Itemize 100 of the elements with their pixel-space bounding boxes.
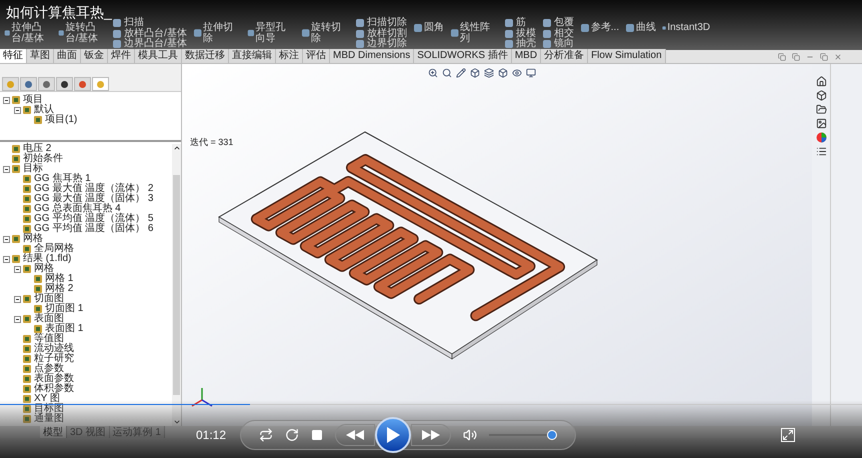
tree-item[interactable]: 全局网格 [34,244,74,254]
ribbon-button[interactable]: 异型孔向导 [246,18,295,44]
ribbon-button[interactable]: 扫描切除 [354,18,407,28]
panel-tab[interactable] [56,77,73,91]
layers-icon[interactable] [484,68,494,78]
volume-icon[interactable] [463,428,477,442]
collapse-icon[interactable] [3,236,10,242]
eye-icon[interactable] [512,68,522,78]
ribbon-tab[interactable]: 评估 [303,49,330,63]
ribbon-button[interactable]: 边界凸台/基体 [112,39,187,50]
collapse-icon[interactable] [3,256,10,262]
ribbon-button[interactable]: 圆角 [412,18,444,33]
ribbon-button[interactable]: 放样凸台/基体 [112,28,187,39]
collapse-icon[interactable] [14,296,21,302]
ribbon-tab[interactable]: 数据迁移 [182,49,229,63]
cube-icon[interactable] [470,68,480,78]
tree-item[interactable]: 结果 (1.fld) [23,254,72,264]
tree-item[interactable]: 网格 2 [45,284,74,294]
ribbon-button[interactable]: 筋 [504,18,536,28]
tree-item[interactable]: 等值图 [34,334,64,344]
fullscreen-icon[interactable] [781,428,795,442]
bottom-tab[interactable]: 模型 [40,426,67,438]
panel-tab[interactable] [38,77,55,91]
home-icon[interactable] [816,76,826,87]
tree-item[interactable]: GG 最大值 温度（固体） 3 [34,194,154,204]
ribbon-button[interactable]: 拔模 [504,28,536,39]
collapse-icon[interactable] [14,106,21,114]
stop-icon[interactable] [311,429,323,441]
collapse-icon[interactable] [14,266,21,272]
ribbon-tab[interactable]: MBD [512,49,542,63]
tree-item[interactable]: GG 平均值 温度（固体） 6 [34,224,154,234]
ribbon-button[interactable]: 抽壳 [504,39,536,50]
tree-item[interactable]: GG 焦耳热 1 [34,174,91,184]
ribbon-tab[interactable]: 分析准备 [541,49,588,63]
ribbon-tab[interactable]: Flow Simulation [588,49,666,63]
tree-item[interactable]: 流动迹线 [34,344,74,354]
ribbon-button[interactable]: Instant3D [662,18,710,33]
ribbon-button[interactable]: 曲线 [625,18,656,33]
ribbon-button[interactable]: 边界切除 [354,39,407,50]
collapse-icon[interactable] [14,316,21,322]
search-icon[interactable] [442,68,452,78]
tree-item[interactable]: 通量图 [34,414,64,424]
ribbon-button[interactable]: 线性阵列 [450,18,498,44]
tree-item[interactable]: 电压 2 [23,144,52,154]
tree-item[interactable]: 目标 [23,164,43,174]
scrollbar[interactable] [172,144,181,426]
ribbon-tab[interactable]: MBD Dimensions [330,49,414,63]
ribbon-button[interactable]: 包覆 [542,18,574,28]
monitor-icon[interactable] [526,68,536,78]
scroll-up-icon[interactable] [172,144,180,152]
tree-item[interactable]: 默认 [34,105,54,115]
tree-item[interactable]: 网格 [34,264,54,274]
pane-icon[interactable] [792,53,800,61]
tree-item[interactable]: 切面图 1 [45,304,84,314]
repeat-icon[interactable] [259,428,273,442]
tree-item[interactable]: 表面图 1 [45,324,84,334]
tree-item[interactable]: 点参数 [34,364,64,374]
ribbon-button[interactable]: 放样切割 [354,28,407,39]
tree-item[interactable]: XY 图 [34,394,60,404]
tree-item[interactable]: 项目(1) [45,115,78,125]
ribbon-button[interactable]: 镜向 [542,39,574,50]
ribbon-tab[interactable]: 钣金 [81,49,108,63]
ribbon-tab[interactable]: 直接编辑 [229,49,276,63]
folder-icon[interactable] [816,104,826,115]
ribbon-button[interactable]: 旋转切除 [300,18,349,44]
tree-item[interactable]: 网格 1 [45,274,74,284]
ribbon-tab[interactable]: SOLIDWORKS 插件 [414,49,512,63]
color-wheel-icon[interactable] [816,132,826,143]
ribbon-tab[interactable]: 曲面 [54,49,81,63]
ribbon-tab[interactable]: 草图 [27,49,54,63]
tree-item[interactable]: 粒子研究 [34,354,74,364]
rewind-button[interactable] [335,424,375,446]
pencil-icon[interactable] [456,68,466,78]
tree-item[interactable]: 初始条件 [23,154,63,164]
tree-item[interactable]: 项目 [23,95,43,105]
ribbon-tab[interactable]: 焊件 [108,49,135,63]
collapse-icon[interactable] [3,166,10,172]
tree-item[interactable]: GG 总表面焦耳热 4 [34,204,121,214]
ribbon-button[interactable]: 参考... [580,18,620,33]
volume-track[interactable] [489,430,557,440]
replay-icon[interactable] [285,428,299,442]
cube-icon[interactable] [816,90,826,101]
ribbon-button[interactable]: 拉伸凸台/基体 [4,18,52,44]
ribbon-tab[interactable]: 标注 [276,49,303,63]
image-icon[interactable] [816,118,826,129]
ribbon-button[interactable]: 相交 [542,28,574,39]
zoom-icon[interactable] [428,68,438,78]
cube-icon[interactable] [498,68,508,78]
ribbon-button[interactable]: 拉伸切除 [192,18,241,44]
close-icon[interactable] [834,53,842,61]
tree-item[interactable]: GG 最大值 温度（流体） 2 [34,184,154,194]
forward-button[interactable] [411,424,451,446]
tree-item[interactable]: 体积参数 [34,384,74,394]
ribbon-button[interactable]: 扫描 [112,18,187,28]
ribbon-tab[interactable]: 模具工具 [135,49,182,63]
tree-item[interactable]: 表面参数 [34,374,74,384]
tree-item[interactable]: 切面图 [34,294,64,304]
tree-item[interactable]: 表面图 [34,314,64,324]
restore-icon[interactable] [820,53,828,61]
pane-icon[interactable] [778,53,786,61]
